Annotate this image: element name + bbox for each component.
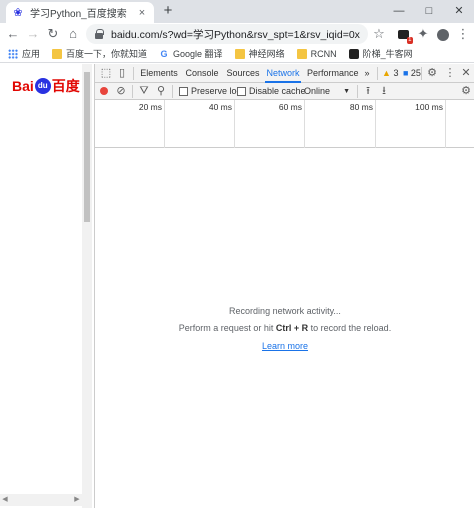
page-horizontal-scrollbar[interactable]: ◀ ▶	[0, 494, 82, 506]
disable-cache-label: Disable cache	[249, 86, 306, 96]
settings-gear-icon[interactable]: ⚙	[425, 66, 439, 80]
disable-cache-checkbox[interactable]	[237, 87, 246, 96]
folder-icon	[52, 48, 63, 59]
profile-avatar[interactable]	[434, 25, 452, 43]
tab-strip: ❀ 学习Python_百度搜索 × + — □ ✕	[0, 0, 474, 23]
bookmarks-bar: 应用 百度一下，你就知道 G Google 翻译 神经网络 RCNN 阶梯_牛客…	[0, 45, 474, 63]
devtools-tab-bar: ⬚ ▯ Elements Console Sources Network Per…	[95, 64, 474, 83]
import-har-icon[interactable]: ⭱	[361, 84, 375, 98]
chrome-menu-icon[interactable]: ⋮	[454, 25, 472, 43]
scrollbar-thumb[interactable]	[84, 72, 90, 222]
nowcoder-icon	[348, 48, 359, 59]
lock-icon	[94, 29, 104, 39]
extensions-puzzle-icon[interactable]: ✦	[414, 25, 432, 43]
tab-close-icon[interactable]: ×	[136, 7, 148, 19]
bookmark-rcnn[interactable]: RCNN	[296, 48, 337, 59]
tab-network[interactable]: Network	[265, 64, 301, 83]
bookmark-label: RCNN	[310, 48, 337, 59]
browser-toolbar: ← → ↻ ⌂ baidu.com/s?wd=学习Python&rsv_spt=…	[0, 23, 474, 45]
address-url[interactable]: baidu.com/s?wd=学习Python&rsv_spt=1&rsv_iq…	[111, 27, 360, 42]
folder-icon	[296, 48, 307, 59]
timeline-tick-label: 100 ms	[415, 102, 443, 112]
page-vertical-scrollbar[interactable]	[82, 64, 92, 508]
browser-tab[interactable]: ❀ 学习Python_百度搜索 ×	[6, 2, 154, 23]
bookmark-label: 应用	[22, 49, 41, 59]
extension-icon[interactable]: 1	[394, 25, 413, 45]
home-button[interactable]: ⌂	[64, 25, 82, 43]
warnings-badge[interactable]: ▲ 3 ■ 25	[382, 67, 421, 80]
minimize-button[interactable]: —	[384, 0, 414, 22]
folder-icon	[234, 48, 245, 59]
record-button[interactable]	[100, 87, 108, 95]
issues-icon: ■	[402, 68, 409, 78]
forward-button[interactable]: →	[24, 25, 42, 43]
bookmark-google-translate[interactable]: G Google 翻译	[159, 47, 223, 60]
network-settings-gear-icon[interactable]: ⚙	[459, 84, 473, 98]
back-button[interactable]: ←	[4, 25, 22, 43]
extension-badge: 1	[407, 37, 413, 45]
new-tab-button[interactable]: +	[160, 3, 176, 19]
baidu-favicon-icon: ❀	[13, 6, 23, 19]
bookmark-label: Google 翻译	[173, 49, 223, 59]
web-page: Bai du 百度	[0, 64, 94, 508]
devtools-panel: ⬚ ▯ Elements Console Sources Network Per…	[94, 64, 474, 508]
bookmark-label: 阶梯_牛客网	[362, 49, 413, 59]
devtools-close-icon[interactable]: ✕	[459, 66, 473, 80]
window-close-button[interactable]: ✕	[444, 0, 474, 22]
tab-elements[interactable]: Elements	[139, 64, 179, 83]
export-har-icon[interactable]: ⭳	[377, 84, 391, 98]
more-tabs-icon[interactable]: »	[361, 64, 373, 83]
tab-performance[interactable]: Performance	[307, 64, 359, 83]
bookmark-baidu[interactable]: 百度一下，你就知道	[52, 47, 147, 60]
google-translate-icon: G	[160, 48, 168, 59]
network-timeline-overview[interactable]: 20 ms 40 ms 60 ms 80 ms 100 ms	[95, 100, 474, 148]
tab-title: 学习Python_百度搜索	[30, 9, 127, 20]
devtools-menu-icon[interactable]: ⋮	[443, 66, 457, 80]
preserve-log-checkbox[interactable]	[179, 87, 188, 96]
baidu-logo[interactable]: Bai du 百度	[12, 76, 80, 96]
timeline-tick-label: 40 ms	[208, 102, 232, 112]
bookmark-nowcoder[interactable]: 阶梯_牛客网	[348, 47, 413, 60]
search-icon[interactable]: ⚲	[154, 84, 168, 98]
timeline-tick-label: 60 ms	[278, 102, 302, 112]
tab-console[interactable]: Console	[183, 64, 221, 83]
scroll-left-arrow-icon[interactable]: ◀	[0, 494, 10, 506]
perform-request-message: Perform a request or hit Ctrl + R to rec…	[178, 323, 392, 333]
bookmark-label: 神经网络	[248, 49, 285, 59]
warning-icon: ▲	[382, 68, 391, 78]
tab-sources[interactable]: Sources	[225, 64, 261, 83]
address-bar[interactable]: baidu.com/s?wd=学习Python&rsv_spt=1&rsv_iq…	[86, 24, 368, 44]
learn-more-link[interactable]: Learn more	[262, 341, 308, 351]
shortcut-key: Ctrl + R	[275, 323, 309, 333]
inspect-element-icon[interactable]: ⬚	[99, 66, 113, 80]
baidu-paw-icon: du	[34, 78, 51, 94]
throttling-select[interactable]: Online ▼	[304, 85, 352, 98]
bookmark-label: 百度一下，你就知道	[66, 49, 148, 59]
recording-message: Recording network activity...	[229, 306, 341, 316]
network-toolbar: ⊘ ⛛ ⚲ Preserve log Disable cache Online …	[95, 83, 474, 100]
bookmark-apps[interactable]: 应用	[8, 47, 40, 60]
maximize-button[interactable]: □	[414, 0, 444, 22]
reload-button[interactable]: ↻	[44, 25, 62, 43]
filter-icon[interactable]: ⛛	[137, 84, 151, 98]
timeline-tick-label: 80 ms	[349, 102, 373, 112]
preserve-log-label: Preserve log	[191, 86, 242, 96]
bookmark-star-icon[interactable]: ☆	[370, 25, 388, 43]
timeline-tick-label: 20 ms	[138, 102, 162, 112]
dropdown-arrow-icon: ▼	[343, 88, 350, 95]
device-toolbar-icon[interactable]: ▯	[115, 66, 129, 80]
apps-icon	[8, 48, 18, 59]
scroll-right-arrow-icon[interactable]: ▶	[72, 494, 82, 506]
clear-icon[interactable]: ⊘	[114, 84, 128, 98]
bookmark-neural-network[interactable]: 神经网络	[234, 47, 285, 60]
